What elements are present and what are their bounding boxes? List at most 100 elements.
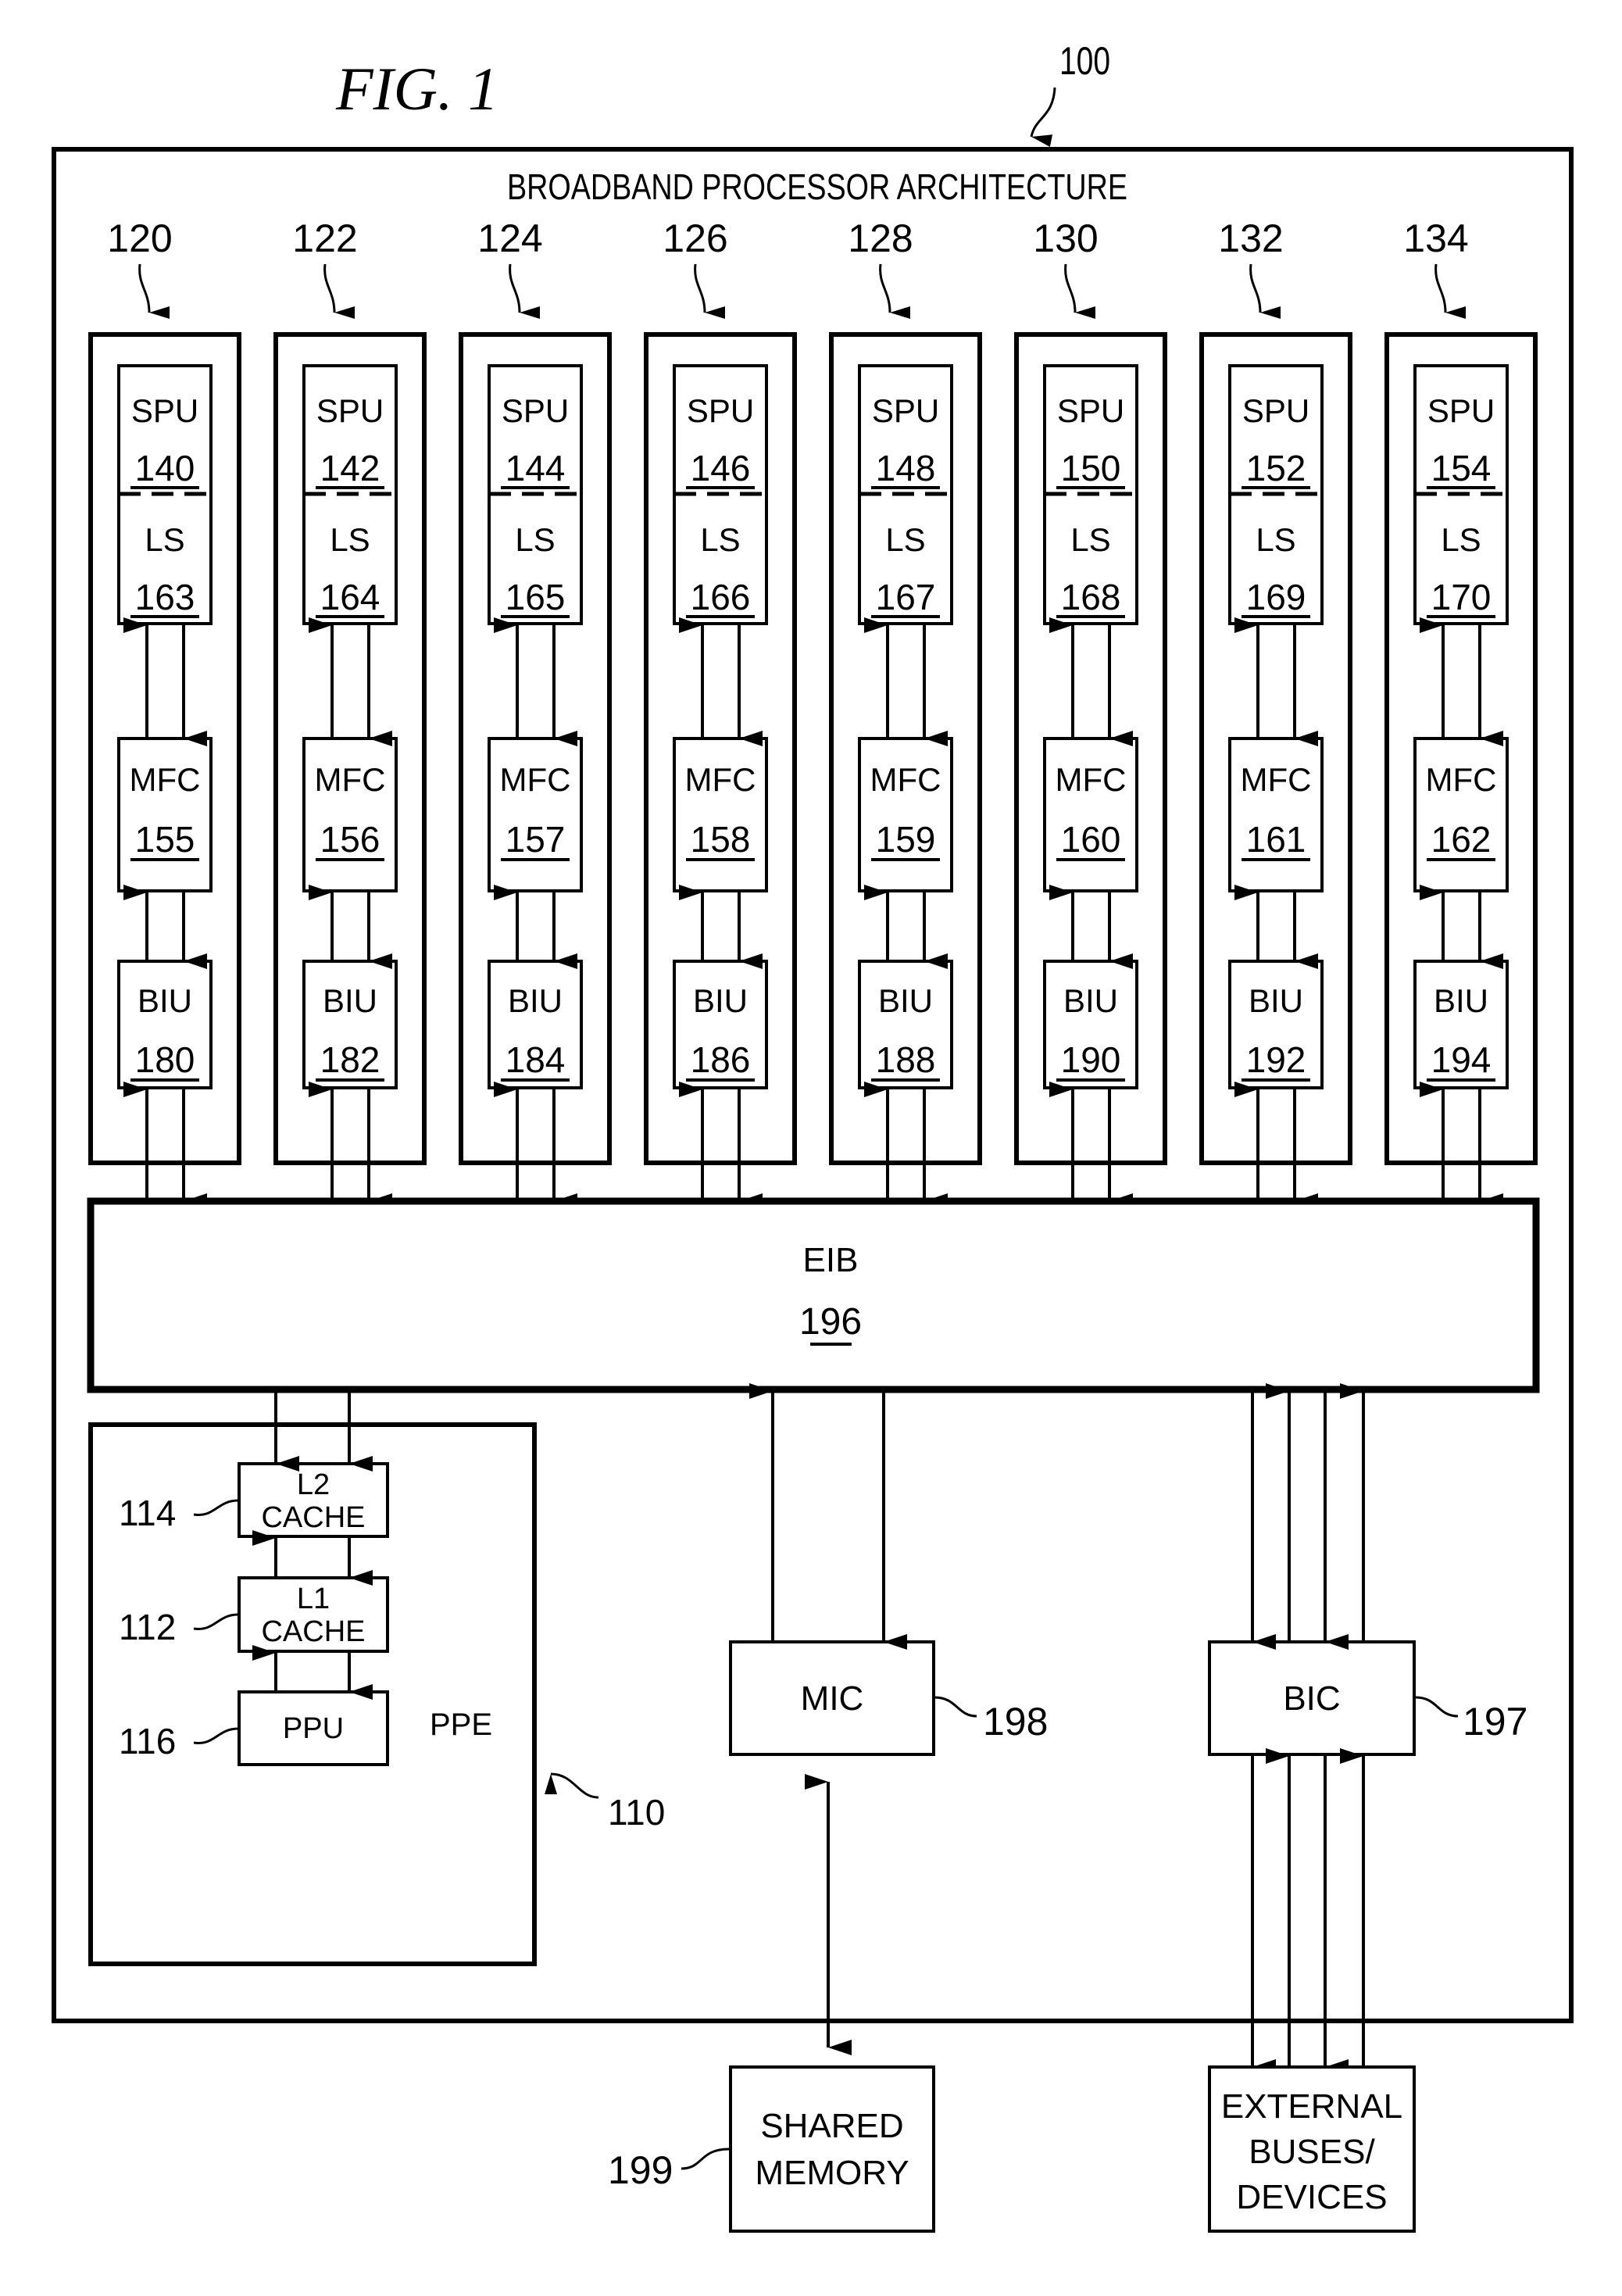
ppu-label: PPU bbox=[283, 1712, 344, 1745]
spe-column: 126 SPU 146 LS 166 MFC 158 BIU 186 bbox=[644, 216, 797, 1209]
broadband-processor-diagram: FIG. 1 100 BROADBAND PROCESSOR ARCHITECT… bbox=[52, 38, 1574, 2233]
spu-ref: 152 bbox=[1246, 448, 1306, 488]
mfc-label: MFC bbox=[870, 761, 941, 798]
mfc-label: MFC bbox=[315, 761, 386, 798]
biu-label: BIU bbox=[1063, 982, 1118, 1019]
mfc-ref: 159 bbox=[876, 819, 936, 860]
biu-label: BIU bbox=[1249, 982, 1303, 1019]
mic-ref: 198 bbox=[983, 1700, 1048, 1743]
ls-label: LS bbox=[330, 521, 370, 558]
external-devices-line3: DEVICES bbox=[1236, 2178, 1387, 2216]
spe-ref-label: 132 bbox=[1218, 216, 1283, 260]
shared-memory-line1: SHARED bbox=[760, 2107, 903, 2145]
spu-label: SPU bbox=[316, 392, 384, 429]
ls-label: LS bbox=[1441, 521, 1481, 558]
spe-ref-label: 134 bbox=[1403, 216, 1468, 260]
eib-box bbox=[87, 1197, 1540, 1393]
ls-label: LS bbox=[145, 521, 184, 558]
biu-label: BIU bbox=[138, 982, 192, 1019]
ls-ref: 170 bbox=[1431, 577, 1492, 617]
biu-ref: 194 bbox=[1431, 1039, 1492, 1080]
system-ref-label: 100 bbox=[1059, 38, 1110, 83]
shared-memory-ref: 199 bbox=[608, 2148, 673, 2192]
mfc-ref: 161 bbox=[1246, 819, 1306, 860]
spu-ref: 140 bbox=[135, 448, 195, 488]
mic-label: MIC bbox=[801, 1679, 864, 1718]
bic-ref: 197 bbox=[1463, 1700, 1527, 1743]
spu-ref: 150 bbox=[1061, 448, 1121, 488]
biu-ref: 182 bbox=[320, 1039, 380, 1080]
mfc-ref: 158 bbox=[691, 819, 751, 860]
biu-label: BIU bbox=[323, 982, 377, 1019]
mfc-ref: 160 bbox=[1061, 819, 1121, 860]
spe-column: 130 SPU 150 LS 168 MFC 160 BIU 190 bbox=[1014, 216, 1167, 1209]
ls-label: LS bbox=[700, 521, 740, 558]
l1-cache-ref: 112 bbox=[119, 1607, 176, 1647]
l2-cache-ref: 114 bbox=[119, 1493, 176, 1533]
spe-column: 128 SPU 148 LS 167 MFC 159 BIU 188 bbox=[829, 216, 982, 1209]
spe-ref-label: 124 bbox=[477, 216, 542, 260]
spu-label: SPU bbox=[131, 392, 198, 429]
eib-ref: 196 bbox=[799, 1301, 862, 1343]
mfc-label: MFC bbox=[500, 761, 571, 798]
spe-ref-label: 120 bbox=[107, 216, 172, 260]
eib-label: EIB bbox=[803, 1241, 859, 1279]
spe-column: 134 SPU 154 LS 170 MFC 162 BIU 194 bbox=[1384, 216, 1538, 1209]
ls-ref: 167 bbox=[876, 577, 936, 617]
external-devices-line2: BUSES/ bbox=[1249, 2133, 1375, 2171]
biu-ref: 180 bbox=[135, 1039, 195, 1080]
ppu-ref: 116 bbox=[119, 1721, 176, 1761]
mfc-ref: 156 bbox=[320, 819, 380, 860]
shared-memory-line2: MEMORY bbox=[755, 2154, 909, 2192]
spe-ref-label: 126 bbox=[663, 216, 727, 260]
biu-ref: 188 bbox=[876, 1039, 936, 1080]
spu-label: SPU bbox=[687, 392, 754, 429]
figure-title: FIG. 1 bbox=[335, 55, 498, 123]
mfc-label: MFC bbox=[1241, 761, 1312, 798]
spu-label: SPU bbox=[1057, 392, 1124, 429]
biu-label: BIU bbox=[1434, 982, 1488, 1019]
spe-ref-label: 128 bbox=[848, 216, 913, 260]
spu-label: SPU bbox=[502, 392, 569, 429]
l2-cache-line1: L2 bbox=[297, 1468, 330, 1501]
external-devices-line1: EXTERNAL bbox=[1221, 2087, 1402, 2126]
spe-column: 124 SPU 144 LS 165 MFC 157 BIU 184 bbox=[459, 216, 612, 1209]
shared-memory-ref-leader bbox=[681, 2148, 730, 2170]
ls-ref: 163 bbox=[135, 577, 195, 617]
l1-cache-line2: CACHE bbox=[261, 1615, 365, 1648]
biu-ref: 186 bbox=[691, 1039, 751, 1080]
spu-label: SPU bbox=[1242, 392, 1309, 429]
ls-ref: 169 bbox=[1246, 577, 1306, 617]
system-ref-leader bbox=[1030, 87, 1056, 147]
spe-ref-label: 122 bbox=[292, 216, 357, 260]
biu-ref: 190 bbox=[1061, 1039, 1121, 1080]
spu-label: SPU bbox=[872, 392, 939, 429]
spe-column: 132 SPU 152 LS 169 MFC 161 BIU 192 bbox=[1199, 216, 1352, 1209]
mfc-ref: 162 bbox=[1431, 819, 1492, 860]
biu-ref: 184 bbox=[506, 1039, 566, 1080]
spu-ref: 154 bbox=[1431, 448, 1492, 488]
mfc-ref: 157 bbox=[506, 819, 566, 860]
shared-memory-box bbox=[729, 2065, 935, 2233]
ls-ref: 164 bbox=[320, 577, 380, 617]
mfc-ref: 155 bbox=[135, 819, 195, 860]
spe-ref-label: 130 bbox=[1033, 216, 1098, 260]
ls-ref: 166 bbox=[691, 577, 751, 617]
ls-label: LS bbox=[1070, 521, 1110, 558]
l1-cache-line1: L1 bbox=[297, 1583, 330, 1615]
ppe-label: PPE bbox=[430, 1708, 492, 1742]
bic-label: BIC bbox=[1283, 1679, 1340, 1718]
spu-ref: 144 bbox=[506, 448, 566, 488]
spe-column: 120 SPU 140 LS 163 MFC 155 BIU 180 bbox=[88, 216, 241, 1209]
ls-label: LS bbox=[885, 521, 925, 558]
biu-label: BIU bbox=[693, 982, 748, 1019]
mfc-label: MFC bbox=[685, 761, 756, 798]
system-label: BROADBAND PROCESSOR ARCHITECTURE bbox=[507, 166, 1127, 206]
biu-ref: 192 bbox=[1246, 1039, 1306, 1080]
ls-ref: 168 bbox=[1061, 577, 1121, 617]
spu-ref: 148 bbox=[876, 448, 936, 488]
mfc-label: MFC bbox=[130, 761, 201, 798]
spe-column: 122 SPU 142 LS 164 MFC 156 BIU 182 bbox=[273, 216, 427, 1209]
biu-label: BIU bbox=[508, 982, 563, 1019]
ls-label: LS bbox=[515, 521, 555, 558]
